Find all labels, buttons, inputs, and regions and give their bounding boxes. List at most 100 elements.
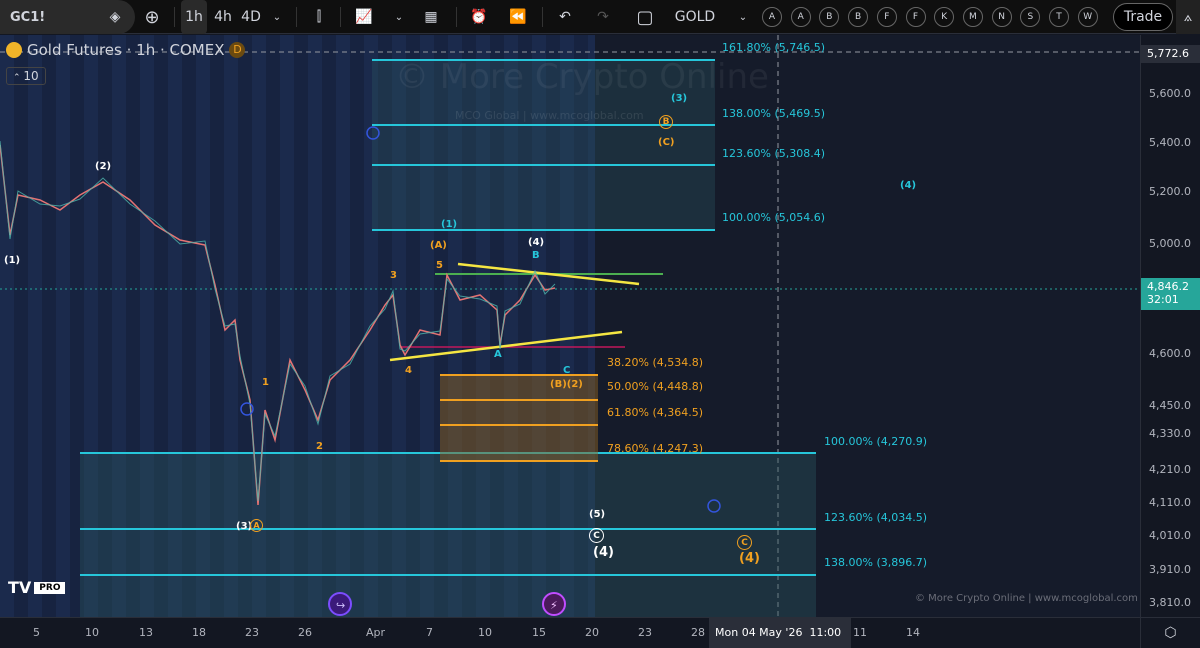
rectangle-icon[interactable]: ▢ xyxy=(634,0,656,34)
wave-label: (1) xyxy=(4,255,21,266)
wave-label: (B)(2) xyxy=(550,379,583,390)
time-tick: 20 xyxy=(585,626,599,639)
price-tick: 5,400.0 xyxy=(1149,136,1191,149)
replay-icon[interactable]: ⏪ xyxy=(506,0,530,34)
tf-1h[interactable]: 1h xyxy=(181,0,207,34)
wave-label: C xyxy=(563,365,571,376)
quick-symbol-button[interactable]: F xyxy=(876,7,897,27)
price-tick: 5,600.0 xyxy=(1149,87,1191,100)
wave-label: 3 xyxy=(390,270,397,281)
settings-icon[interactable]: ⬡ xyxy=(1140,618,1200,648)
time-tick: 23 xyxy=(638,626,652,639)
price-axis[interactable]: 5,772.6 5,600.0 5,400.0 5,200.0 5,000.0 … xyxy=(1140,35,1200,617)
fib-label: 50.00% (4,448.8) xyxy=(607,380,704,393)
indicators-icon[interactable]: 📈 xyxy=(352,0,376,34)
watchlist-chevron-icon[interactable]: ⌄ xyxy=(736,0,750,34)
drawing-tools-icon[interactable]: ⟑ xyxy=(1176,0,1200,34)
timeframe-chevron-icon[interactable]: ⌄ xyxy=(270,0,284,34)
gold-icon xyxy=(6,42,22,58)
undo-icon[interactable]: ↶ xyxy=(554,0,576,34)
watermark-sub: MCO Global | www.mcoglobal.com xyxy=(455,109,644,122)
tv-logo-icon: TV xyxy=(8,578,32,597)
price-tick: 3,810.0 xyxy=(1149,596,1191,609)
wave-label: (4) xyxy=(593,545,614,560)
quick-symbol-button[interactable]: N xyxy=(991,7,1012,27)
quick-symbol-button[interactable]: M xyxy=(962,7,983,27)
fib-label: 61.80% (4,364.5) xyxy=(607,406,704,419)
wave-label: 2 xyxy=(316,441,323,452)
quick-symbol-button[interactable]: B xyxy=(848,7,869,27)
time-tick: 13 xyxy=(139,626,153,639)
quick-symbol-button[interactable]: A xyxy=(762,7,782,27)
crosshair-date: Mon 04 May '26 xyxy=(715,626,803,639)
wave-label: C xyxy=(737,535,752,550)
time-tick: 5 xyxy=(33,626,40,639)
quick-symbol-button[interactable]: T xyxy=(1049,7,1069,27)
tf-4h[interactable]: 4h xyxy=(212,0,234,34)
layout-grid-icon[interactable]: ▦ xyxy=(420,0,442,34)
chart-pane[interactable]: ↪ ⚡ © More Crypto Online MCO Global | ww… xyxy=(0,35,1140,617)
candles-icon[interactable]: ⫿ xyxy=(308,0,330,34)
wave-label: C xyxy=(589,528,604,543)
quick-symbol-button[interactable]: W xyxy=(1077,7,1098,27)
interval-value: 10 xyxy=(23,69,39,83)
wave-label: (2) xyxy=(95,161,112,172)
quick-symbol-button[interactable]: S xyxy=(1020,7,1041,27)
footer-watermark: © More Crypto Online | www.mcoglobal.com xyxy=(915,593,1138,604)
legend-title: Gold Futures · 1h · COMEX xyxy=(27,41,225,59)
fib-label: 78.60% (4,247.3) xyxy=(607,442,704,455)
time-tick: 28 xyxy=(691,626,705,639)
trade-button[interactable]: Trade xyxy=(1113,3,1173,31)
watchlist-name[interactable]: GOLD xyxy=(670,0,720,34)
time-tick: 11 xyxy=(853,626,867,639)
add-symbol-icon[interactable]: ⊕ xyxy=(140,0,164,34)
chart-canvas: ↪ ⚡ xyxy=(0,35,1140,617)
wave-label: 1 xyxy=(262,377,269,388)
tf-4d[interactable]: 4D xyxy=(238,0,264,34)
wave-label: (A) xyxy=(430,240,447,251)
bar-countdown: 32:01 xyxy=(1147,293,1179,306)
pro-badge: PRO xyxy=(34,581,66,594)
quick-symbol-button[interactable]: A xyxy=(790,7,811,27)
time-tick: 15 xyxy=(532,626,546,639)
last-price: 4,846.2 xyxy=(1147,280,1189,293)
wave-label: B xyxy=(659,115,673,129)
price-tick: 5,000.0 xyxy=(1149,237,1191,250)
alarm-icon[interactable]: ⏰ xyxy=(466,0,492,34)
price-tick: 4,330.0 xyxy=(1149,427,1191,440)
wave-label: A xyxy=(250,519,263,532)
fib-label: 138.00% (5,469.5) xyxy=(722,107,826,120)
price-tick: 4,450.0 xyxy=(1149,399,1191,412)
fib-label: 38.20% (4,534.8) xyxy=(607,356,704,369)
price-tick: 4,210.0 xyxy=(1149,463,1191,476)
wave-label: (1) xyxy=(441,219,458,230)
wave-label: (4) xyxy=(739,551,760,566)
crosshair-price-label: 5,772.6 xyxy=(1141,45,1200,63)
tradingview-logo[interactable]: TV PRO xyxy=(8,578,66,597)
time-tick: 18 xyxy=(192,626,206,639)
time-axis[interactable]: 5 10 13 18 23 26 Apr 7 10 15 20 23 28 Mo… xyxy=(0,617,1200,648)
wave-label: (4) xyxy=(900,180,917,191)
redo-icon[interactable]: ↷ xyxy=(592,0,614,34)
price-tick: 3,910.0 xyxy=(1149,563,1191,576)
time-tick: 10 xyxy=(478,626,492,639)
fib-label: 161.80% (5,746.5) xyxy=(722,41,826,54)
quick-symbol-button[interactable]: K xyxy=(934,7,955,27)
wave-label: 4 xyxy=(405,365,412,376)
delayed-badge: D xyxy=(229,42,246,58)
indicators-chevron-icon[interactable]: ⌄ xyxy=(392,0,406,34)
quick-symbol-button[interactable]: F xyxy=(905,7,926,27)
interval-box[interactable]: ⌃ 10 xyxy=(6,67,46,85)
alert-diamond-icon[interactable]: ◈ xyxy=(100,0,130,34)
wave-label: (C) xyxy=(658,137,675,148)
crosshair-hour: 11:00 xyxy=(809,626,842,639)
time-tick: 14 xyxy=(906,626,920,639)
wave-label: B xyxy=(532,250,540,261)
svg-text:↪: ↪ xyxy=(336,599,345,612)
wave-label: (4) xyxy=(528,237,545,248)
fib-label: 123.60% (4,034.5) xyxy=(824,511,928,524)
quick-symbol-button[interactable]: B xyxy=(819,7,840,27)
wave-label: A xyxy=(494,349,502,360)
price-tick: 5,200.0 xyxy=(1149,185,1191,198)
price-tick: 4,010.0 xyxy=(1149,529,1191,542)
